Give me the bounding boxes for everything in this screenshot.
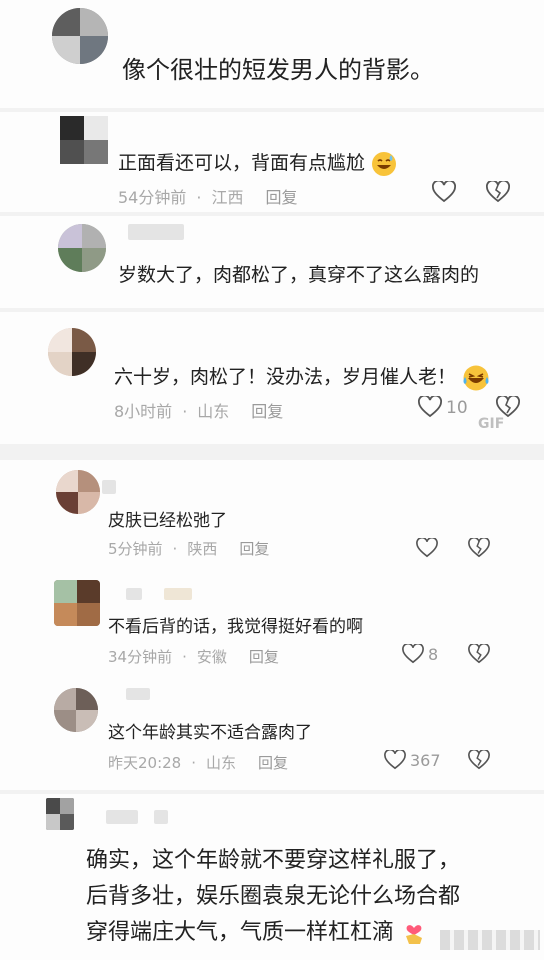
separator-dot: · bbox=[182, 648, 187, 666]
comment-card-6: 确实，这个年龄就不要穿这样礼服了， 后背多壮，娱乐圈袁泉无论什么场合都 穿得端庄… bbox=[0, 794, 544, 960]
broken-heart-icon[interactable] bbox=[496, 396, 520, 418]
username-blurred bbox=[164, 588, 192, 600]
heart-outline-icon[interactable] bbox=[416, 538, 438, 558]
separator-dot: · bbox=[196, 188, 202, 207]
comment-card-4: 六十岁，肉松了！没办法，岁月催人老！ 8小时前 · 山东 回复 10 GIF bbox=[0, 312, 544, 444]
comment-meta: 8小时前 · 山东 回复 bbox=[114, 398, 283, 422]
comment-location: 陕西 bbox=[187, 540, 218, 558]
broken-heart-icon[interactable] bbox=[486, 181, 510, 203]
comment-location: 山东 bbox=[206, 754, 237, 772]
comment-text: 六十岁，肉松了！没办法，岁月催人老！ bbox=[114, 362, 490, 392]
username-blurred bbox=[106, 810, 138, 824]
avatar[interactable] bbox=[46, 798, 74, 830]
reply-button[interactable]: 回复 bbox=[265, 184, 297, 208]
comment-card-1: 像个很壮的短发男人的背影。 bbox=[0, 0, 544, 108]
reply-button[interactable]: 回复 bbox=[239, 538, 269, 559]
heart-outline-icon[interactable] bbox=[418, 396, 442, 418]
comment-location: 江西 bbox=[211, 188, 244, 207]
comment-text-line: 后背多壮，娱乐圈袁泉无论什么场合都 bbox=[86, 884, 461, 909]
username-blurred bbox=[126, 588, 142, 600]
comment-text: 像个很壮的短发男人的背影。 bbox=[122, 56, 434, 84]
comment-meta: 5分钟前 · 陕西 回复 bbox=[108, 538, 269, 559]
broken-heart-icon[interactable] bbox=[468, 644, 490, 664]
comment-text: 不看后背的话，我觉得挺好看的啊 bbox=[108, 617, 363, 637]
comment-meta: 昨天20:28 · 山东 回复 bbox=[108, 752, 288, 773]
like-count: 367 bbox=[410, 751, 441, 770]
laughing-tears-emoji bbox=[463, 365, 489, 390]
comment-card-3: 岁数大了，肉都松了，真穿不了这么露肉的 bbox=[0, 216, 544, 308]
username-blurred bbox=[128, 224, 184, 240]
gif-badge[interactable]: GIF bbox=[478, 416, 504, 432]
separator-dot: · bbox=[172, 540, 178, 558]
comment-location: 山东 bbox=[197, 402, 230, 421]
broken-heart-icon[interactable] bbox=[468, 538, 490, 558]
comment-card-5: 皮肤已经松弛了 5分钟前 · 陕西 回复 不看后背的话，我觉得挺好看的啊 34分钟前 ·… bbox=[0, 460, 544, 790]
avatar[interactable] bbox=[48, 328, 96, 376]
reply-button[interactable]: 回复 bbox=[249, 646, 279, 667]
comment-text-line: 确实，这个年龄就不要穿这样礼服了， bbox=[86, 848, 461, 873]
username-blurred bbox=[102, 480, 116, 494]
avatar[interactable] bbox=[56, 470, 100, 514]
comment-location: 安徽 bbox=[196, 648, 227, 666]
heart-outline-icon[interactable] bbox=[432, 181, 456, 203]
avatar[interactable] bbox=[54, 580, 100, 626]
separator-dot: · bbox=[191, 754, 197, 772]
broken-heart-icon[interactable] bbox=[468, 750, 490, 770]
comment-time: 54分钟前 bbox=[118, 188, 187, 207]
username-blurred bbox=[154, 810, 168, 824]
comment-text: 这个年龄其实不适合露肉了 bbox=[108, 723, 312, 743]
comment-text-line: 穿得端庄大气，气质一样杠杠滴 bbox=[86, 914, 427, 946]
comment-text: 正面看还可以，背面有点尴尬 bbox=[118, 148, 397, 177]
comment-text: 皮肤已经松弛了 bbox=[108, 511, 227, 531]
avatar[interactable] bbox=[60, 116, 108, 164]
comment-meta: 54分钟前 · 江西 回复 bbox=[118, 184, 298, 208]
blurred-emoji-strip bbox=[440, 930, 540, 950]
comment-text: 岁数大了，肉都松了，真穿不了这么露肉的 bbox=[118, 264, 480, 286]
reply-button[interactable]: 回复 bbox=[251, 398, 283, 422]
hand-heart-emoji bbox=[406, 925, 423, 944]
avatar[interactable] bbox=[58, 224, 106, 272]
avatar[interactable] bbox=[54, 688, 98, 732]
comment-time: 8小时前 bbox=[114, 402, 173, 421]
avatar[interactable] bbox=[52, 8, 108, 64]
sweat-smile-emoji bbox=[372, 151, 397, 176]
comment-meta: 34分钟前 · 安徽 回复 bbox=[108, 646, 279, 667]
comment-time: 34分钟前 bbox=[108, 648, 173, 666]
separator-dot: · bbox=[182, 402, 188, 421]
reply-button[interactable]: 回复 bbox=[258, 752, 288, 773]
comment-card-2: 正面看还可以，背面有点尴尬 54分钟前 · 江西 回复 bbox=[0, 112, 544, 212]
comment-time: 昨天20:28 bbox=[108, 754, 182, 772]
like-count: 10 bbox=[446, 398, 468, 418]
comment-time: 5分钟前 bbox=[108, 540, 163, 558]
heart-outline-icon[interactable] bbox=[402, 644, 424, 664]
username-blurred bbox=[126, 688, 150, 700]
heart-outline-icon[interactable] bbox=[384, 750, 406, 770]
like-count: 8 bbox=[428, 645, 439, 664]
